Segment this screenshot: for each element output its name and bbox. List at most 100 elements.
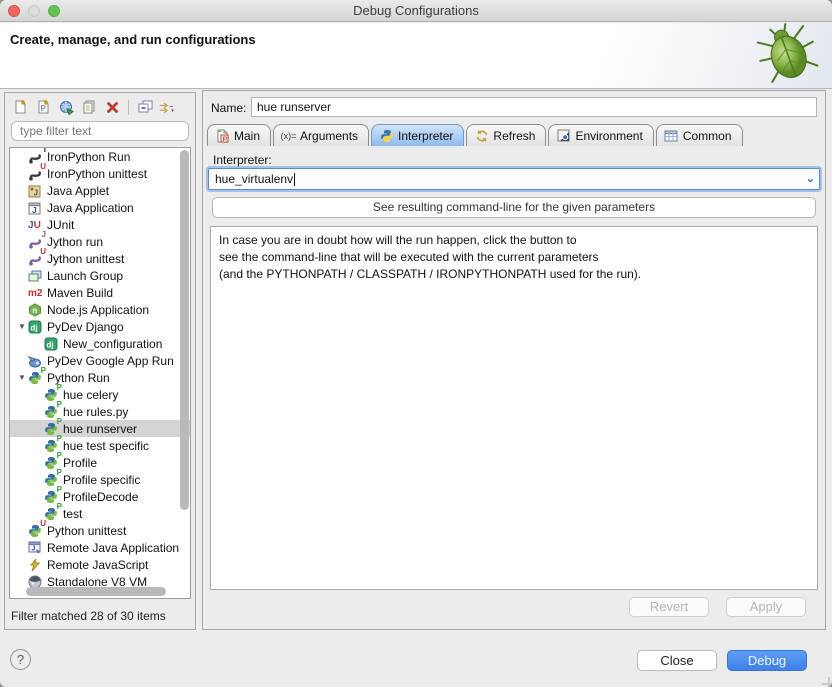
remote-java-icon: J bbox=[28, 540, 44, 555]
toolbar-separator bbox=[128, 100, 129, 115]
tab-interpreter[interactable]: Interpreter bbox=[371, 124, 464, 146]
tree-item-label: PyDev Django bbox=[47, 320, 124, 334]
tree-item-label: hue runserver bbox=[63, 422, 137, 436]
tree-item[interactable]: Phue rules.py bbox=[10, 403, 190, 420]
tree-item[interactable]: JUJUnit bbox=[10, 216, 190, 233]
tab-common[interactable]: Common bbox=[656, 124, 743, 146]
title-bar: Debug Configurations bbox=[0, 0, 832, 22]
close-button[interactable]: Close bbox=[637, 650, 717, 671]
tree-item[interactable]: IIronPython Run bbox=[10, 148, 190, 165]
tree-item[interactable]: PProfile specific bbox=[10, 471, 190, 488]
tree-item-label: Launch Group bbox=[47, 269, 123, 283]
tree-item-selected[interactable]: Phue runserver bbox=[10, 420, 190, 437]
svg-text:J: J bbox=[34, 189, 38, 198]
tree-item-label: hue celery bbox=[63, 388, 118, 402]
export-config-icon[interactable] bbox=[57, 99, 75, 116]
tree-item-label: Profile specific bbox=[63, 473, 140, 487]
tree-item[interactable]: nNode.js Application bbox=[10, 301, 190, 318]
tree-item[interactable]: JJava Application bbox=[10, 199, 190, 216]
info-line: (and the PYTHONPATH / CLASSPATH / IRONPY… bbox=[219, 266, 809, 283]
debug-bug-icon bbox=[748, 23, 828, 92]
svg-text:n: n bbox=[32, 306, 37, 315]
info-line: see the command-line that will be execut… bbox=[219, 249, 809, 266]
filter-menu-icon[interactable] bbox=[159, 99, 177, 116]
tree-item-label: ProfileDecode bbox=[63, 490, 138, 504]
django-icon: dj bbox=[44, 336, 60, 351]
tree-item[interactable]: JRemote Java Application bbox=[10, 539, 190, 556]
tree-item[interactable]: ▼dj PyDev Django bbox=[10, 318, 190, 335]
tab-label: Interpreter bbox=[398, 129, 453, 143]
configurations-sidebar: P IIronPython RunUIronPython unittestJJa… bbox=[4, 92, 196, 630]
new-config-icon[interactable] bbox=[11, 99, 29, 116]
python-run-icon: P bbox=[28, 370, 44, 385]
delete-icon[interactable] bbox=[103, 99, 121, 116]
collapse-all-icon[interactable] bbox=[136, 99, 154, 116]
apply-button[interactable]: Apply bbox=[726, 597, 806, 617]
tree-item[interactable]: UJython unittest bbox=[10, 250, 190, 267]
command-line-info-text[interactable]: In case you are in doubt how will the ru… bbox=[210, 226, 818, 590]
tree-item-label: Java Applet bbox=[47, 184, 109, 198]
svg-text:P: P bbox=[40, 104, 46, 113]
java-application-icon: J bbox=[28, 200, 44, 215]
tree-item[interactable]: PyDev Google App Run bbox=[10, 352, 190, 369]
tree-item-label: hue rules.py bbox=[63, 405, 128, 419]
arguments-icon: (x)= bbox=[281, 129, 296, 143]
tree-item[interactable]: ▼PPython Run bbox=[10, 369, 190, 386]
tab-label: Arguments bbox=[300, 129, 358, 143]
banner-heading: Create, manage, and run configurations bbox=[10, 32, 256, 47]
debug-button[interactable]: Debug bbox=[727, 650, 807, 671]
tree-item[interactable]: m2Maven Build bbox=[10, 284, 190, 301]
tree-item[interactable]: UPython unittest bbox=[10, 522, 190, 539]
name-label: Name: bbox=[211, 101, 246, 115]
filter-input[interactable] bbox=[11, 121, 189, 141]
main-tab-icon: P bbox=[215, 129, 230, 143]
tab-refresh[interactable]: Refresh bbox=[466, 124, 546, 146]
tree-horizontal-scrollbar[interactable] bbox=[26, 587, 166, 596]
window-title: Debug Configurations bbox=[0, 3, 832, 18]
tab-label: Main bbox=[234, 129, 260, 143]
tree-item[interactable]: djNew_configuration bbox=[10, 335, 190, 352]
tab-bar: P Main (x)= Arguments Interpreter RefreshEnvi… bbox=[207, 123, 745, 146]
debug-configurations-dialog: Debug Configurations Create, manage, and… bbox=[0, 0, 832, 687]
tree-item-label: Maven Build bbox=[47, 286, 113, 300]
tab-arguments[interactable]: (x)= Arguments bbox=[273, 124, 369, 146]
python-unittest-icon: U bbox=[28, 523, 44, 538]
maven-build-icon: m2 bbox=[28, 285, 44, 300]
tree-item-label: IronPython Run bbox=[47, 150, 130, 164]
interpreter-combo[interactable]: hue_virtualenv ⌄ bbox=[208, 168, 820, 190]
tree-vertical-scrollbar[interactable] bbox=[180, 150, 189, 510]
jython-unittest-icon: U bbox=[28, 251, 44, 266]
tree-item[interactable]: Launch Group bbox=[10, 267, 190, 284]
expanded-arrow-icon[interactable]: ▼ bbox=[16, 322, 28, 331]
tree-item[interactable]: Ptest bbox=[10, 505, 190, 522]
tree-item[interactable]: Phue test specific bbox=[10, 437, 190, 454]
tree-item[interactable]: Phue celery bbox=[10, 386, 190, 403]
tree-item[interactable]: J Java Applet bbox=[10, 182, 190, 199]
new-prototype-icon[interactable]: P bbox=[34, 99, 52, 116]
see-command-line-button[interactable]: See resulting command-line for the given… bbox=[212, 197, 816, 218]
resize-grip[interactable] bbox=[822, 677, 830, 685]
tree-item[interactable]: PProfile bbox=[10, 454, 190, 471]
django-icon: dj bbox=[28, 319, 44, 334]
interpreter-label: Interpreter: bbox=[213, 153, 272, 167]
tree-item[interactable]: PProfileDecode bbox=[10, 488, 190, 505]
help-button[interactable]: ? bbox=[10, 649, 31, 670]
tree-item-label: hue test specific bbox=[63, 439, 149, 453]
svg-text:dj: dj bbox=[31, 324, 38, 333]
name-input[interactable] bbox=[251, 97, 817, 117]
tree-item[interactable]: JJython run bbox=[10, 233, 190, 250]
interpreter-value: hue_virtualenv bbox=[209, 172, 293, 186]
filter-status-text: Filter matched 28 of 30 items bbox=[11, 609, 166, 623]
duplicate-icon[interactable] bbox=[80, 99, 98, 116]
tree-item[interactable]: Remote JavaScript bbox=[10, 556, 190, 573]
chevron-down-icon[interactable]: ⌄ bbox=[806, 172, 815, 185]
tree-item-label: Profile bbox=[63, 456, 97, 470]
configurations-tree[interactable]: IIronPython RunUIronPython unittestJJava… bbox=[9, 147, 191, 599]
banner: Create, manage, and run configurations bbox=[0, 23, 832, 89]
expanded-arrow-icon[interactable]: ▼ bbox=[16, 373, 28, 382]
revert-button[interactable]: Revert bbox=[629, 597, 709, 617]
tab-environment[interactable]: Environment bbox=[548, 124, 653, 146]
tab-main[interactable]: P Main bbox=[207, 124, 271, 146]
config-toolbar: P bbox=[11, 97, 177, 117]
tree-item[interactable]: UIronPython unittest bbox=[10, 165, 190, 182]
